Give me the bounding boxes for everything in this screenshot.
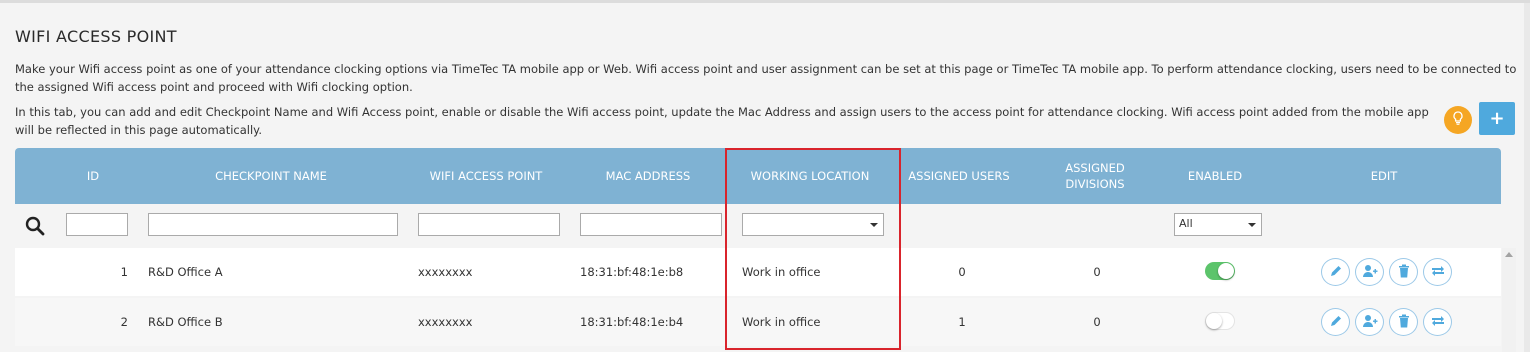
toggle-knob	[1218, 263, 1234, 279]
table-row: 2 R&D Office B xxxxxxxx 18:31:bf:48:1e:b…	[15, 298, 1501, 346]
caret-down-icon	[1248, 223, 1256, 227]
filter-enabled-select[interactable]: All	[1174, 213, 1262, 236]
enabled-toggle[interactable]	[1205, 262, 1235, 280]
delete-button[interactable]	[1389, 258, 1418, 286]
tab-description: In this tab, you can add and edit Checkp…	[15, 105, 1429, 137]
pencil-icon	[1329, 264, 1343, 281]
filter-checkpoint-name-input[interactable]	[148, 213, 398, 236]
filter-mac-address-input[interactable]	[580, 213, 722, 236]
header-working-location[interactable]: WORKING LOCATION	[739, 148, 881, 204]
sync-button[interactable]	[1423, 308, 1452, 336]
filter-wifi-access-point-input[interactable]	[418, 213, 560, 236]
sync-button[interactable]	[1423, 258, 1452, 286]
header-id[interactable]: ID	[53, 148, 133, 204]
top-border	[0, 0, 1530, 3]
caret-down-icon	[870, 223, 878, 227]
cell-checkpoint-name: R&D Office A	[148, 265, 223, 279]
cell-assigned-divisions: 0	[1093, 315, 1101, 329]
trash-icon	[1398, 314, 1410, 331]
cell-assigned-users: 0	[958, 265, 966, 279]
header-wifi-access-point[interactable]: WIFI ACCESS POINT	[415, 148, 557, 204]
edit-button[interactable]	[1321, 308, 1350, 336]
page-title: WIFI ACCESS POINT	[15, 27, 177, 46]
plus-icon: +	[1489, 108, 1505, 129]
cell-mac-address: 18:31:bf:48:1e:b4	[580, 315, 684, 329]
header-enabled[interactable]: ENABLED	[1165, 148, 1265, 204]
filter-id-input[interactable]	[66, 213, 128, 236]
header-assigned-users[interactable]: ASSIGNED USERS	[897, 148, 1021, 204]
toggle-knob	[1206, 313, 1222, 329]
cell-wifi-access-point: xxxxxxxx	[418, 265, 473, 279]
assign-users-button[interactable]	[1355, 258, 1384, 286]
cell-checkpoint-name: R&D Office B	[148, 315, 223, 329]
trash-icon	[1398, 264, 1410, 281]
right-edge	[1524, 3, 1530, 352]
cell-working-location: Work in office	[742, 315, 821, 329]
scroll-up-icon[interactable]	[1505, 252, 1513, 257]
filter-working-location-select[interactable]	[742, 213, 884, 236]
header-checkpoint-name[interactable]: CHECKPOINT NAME	[145, 148, 397, 204]
delete-button[interactable]	[1389, 308, 1418, 336]
header-mac-address[interactable]: MAC ADDRESS	[577, 148, 719, 204]
header-assigned-divisions[interactable]: ASSIGNED DIVISIONS	[1055, 148, 1135, 204]
enabled-toggle[interactable]	[1205, 312, 1235, 330]
search-icon[interactable]	[25, 216, 45, 240]
assign-users-button[interactable]	[1355, 308, 1384, 336]
header-edit: EDIT	[1370, 169, 1398, 183]
add-button[interactable]: +	[1479, 102, 1515, 135]
table-row: 1 R&D Office A xxxxxxxx 18:31:bf:48:1e:b…	[15, 248, 1501, 296]
lightbulb-icon	[1450, 110, 1466, 130]
cell-wifi-access-point: xxxxxxxx	[418, 315, 473, 329]
cell-id: 2	[120, 315, 128, 329]
cell-working-location: Work in office	[742, 265, 821, 279]
tips-button[interactable]	[1444, 106, 1472, 134]
table-scrollbar[interactable]	[1502, 248, 1516, 352]
sync-icon	[1430, 264, 1446, 281]
cell-mac-address: 18:31:bf:48:1e:b8	[580, 265, 684, 279]
cell-assigned-divisions: 0	[1093, 265, 1101, 279]
table-header: ID CHECKPOINT NAME WIFI ACCESS POINT MAC…	[15, 148, 1501, 204]
edit-button[interactable]	[1321, 258, 1350, 286]
cell-assigned-users: 1	[958, 315, 966, 329]
add-user-icon	[1362, 314, 1378, 331]
page-description: Make your Wifi access point as one of yo…	[15, 62, 1517, 94]
filter-row: All	[15, 204, 1501, 247]
sync-icon	[1430, 314, 1446, 331]
filter-enabled-value: All	[1179, 217, 1193, 230]
pencil-icon	[1329, 314, 1343, 331]
cell-id: 1	[120, 265, 128, 279]
add-user-icon	[1362, 264, 1378, 281]
